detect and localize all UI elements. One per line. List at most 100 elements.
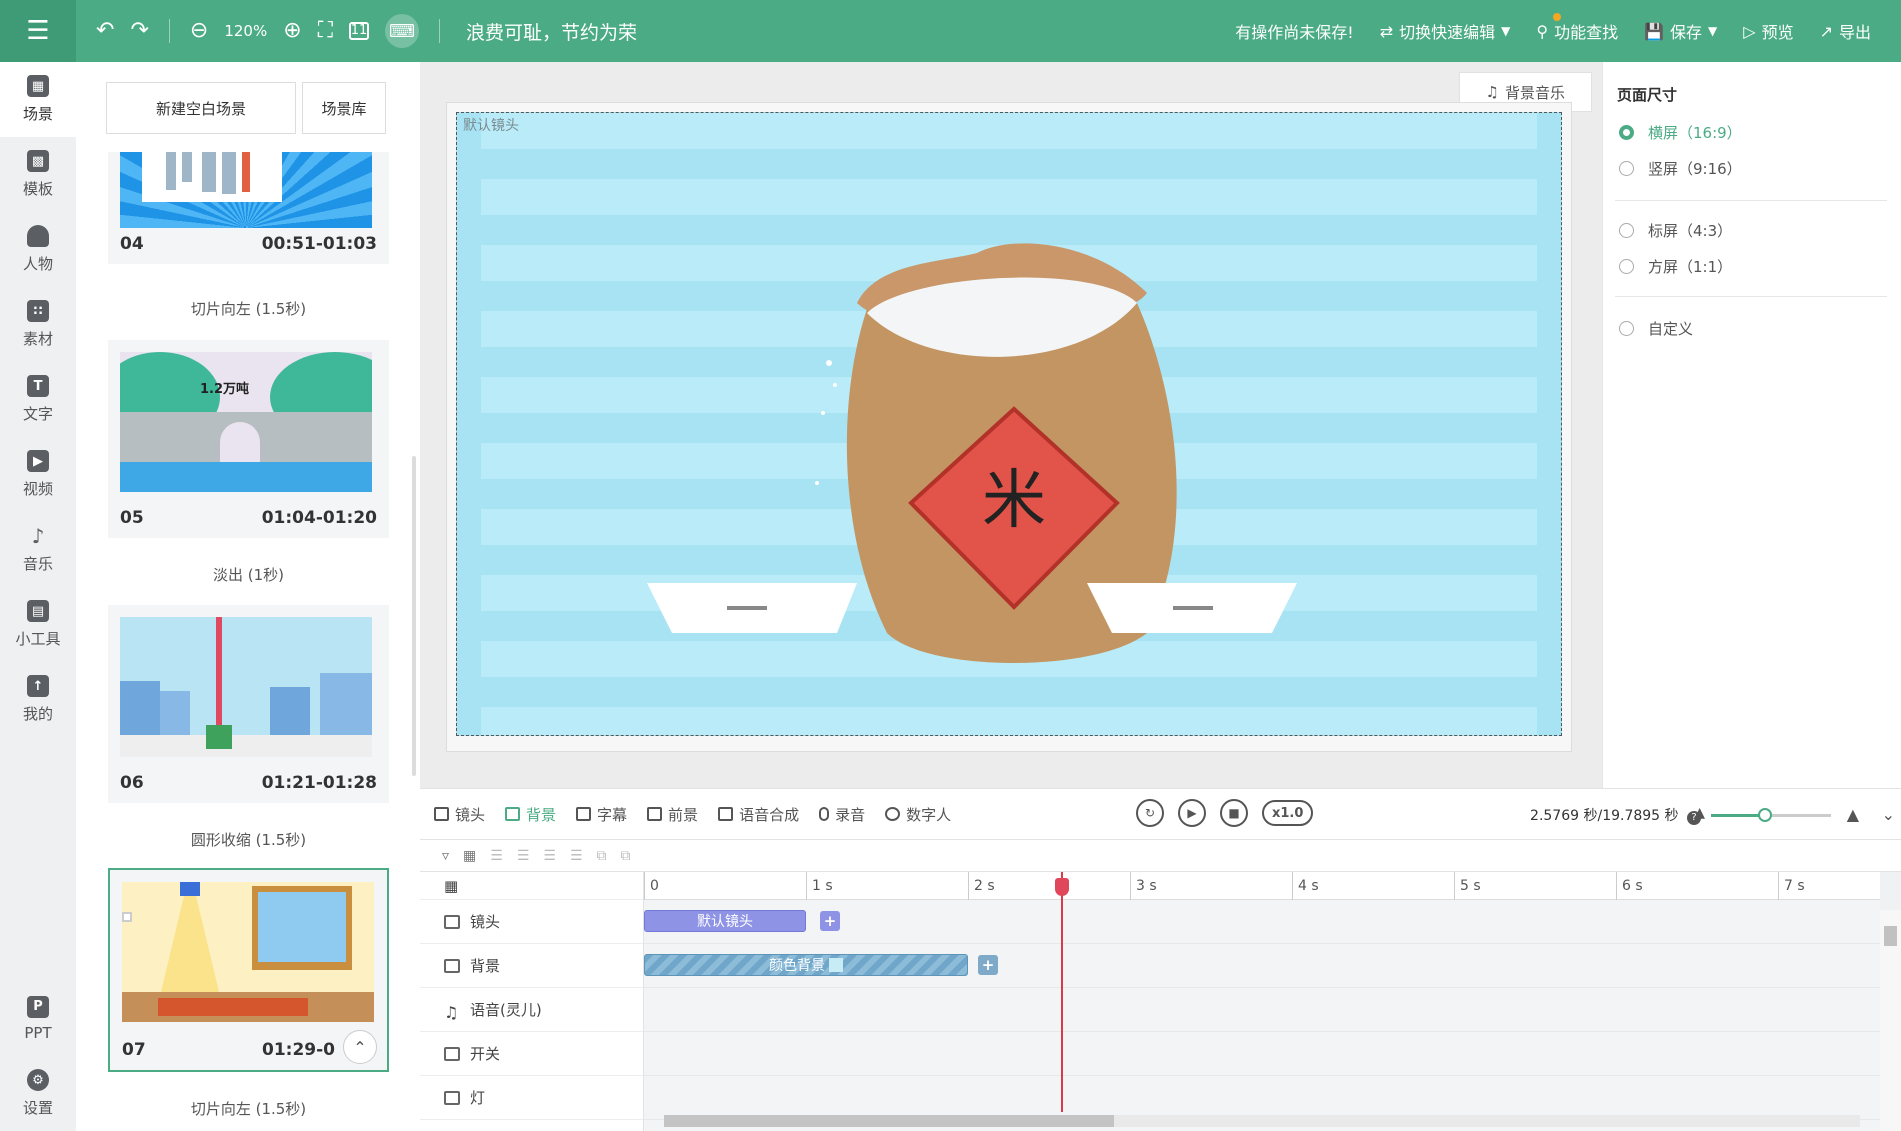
distribute-icon[interactable]: ☰	[570, 848, 583, 864]
tracks-header: ▦	[420, 872, 643, 900]
add-lens-button[interactable]: +	[820, 911, 840, 931]
scroll-to-top-button[interactable]: ⌃	[343, 1030, 377, 1064]
nav-item-material[interactable]: ∷ 素材	[0, 287, 76, 362]
nav-item-text[interactable]: T 文字	[0, 362, 76, 437]
chevron-down-icon[interactable]: ▼	[1501, 24, 1510, 38]
feature-search-button[interactable]: ⚲ 功能查找	[1536, 13, 1619, 43]
tab-record[interactable]: 录音	[819, 804, 865, 825]
zoom-in-timeline-icon[interactable]: ▲	[1847, 805, 1859, 824]
timeline-horizontal-scrollbar[interactable]	[664, 1115, 1860, 1127]
redo-icon[interactable]: ↷	[130, 20, 148, 42]
new-blank-scene-button[interactable]: 新建空白场景	[106, 82, 296, 134]
ruler-tick	[1454, 872, 1455, 900]
scene-card-05[interactable]: 1.2万吨 05 01:04-01:20	[108, 340, 389, 538]
replay-icon[interactable]: ↻	[1136, 799, 1164, 827]
nav-item-toolbox[interactable]: ▤ 小工具	[0, 587, 76, 662]
keyboard-icon[interactable]: ⌨	[385, 14, 420, 48]
page-size-1-1[interactable]: 方屏（1:1）	[1619, 256, 1732, 277]
nav-item-video[interactable]: ▶ 视频	[0, 437, 76, 512]
align-center-icon[interactable]: ☰	[517, 848, 530, 864]
page-badge-icon[interactable]: 11	[349, 22, 370, 40]
zoom-out-timeline-icon[interactable]: ▲	[1694, 805, 1705, 821]
nav-item-mine[interactable]: ↑ 我的	[0, 662, 76, 737]
stop-icon[interactable]: ■	[1220, 799, 1248, 827]
save-button[interactable]: 💾 保存 ▼	[1644, 19, 1717, 43]
undo-icon[interactable]: ↶	[96, 20, 114, 42]
tab-subtitle[interactable]: 字幕	[576, 804, 627, 825]
page-size-4-3[interactable]: 标屏（4:3）	[1619, 220, 1732, 241]
switch-edit-button[interactable]: ⇄ 切换快速编辑 ▼	[1380, 19, 1511, 43]
nav-item-ppt[interactable]: P PPT	[0, 981, 76, 1056]
option-label: 竖屏（9:16）	[1648, 160, 1742, 178]
play-icon[interactable]: ▶	[1178, 799, 1206, 827]
page-size-9-16[interactable]: 竖屏（9:16）	[1619, 158, 1742, 179]
nav-item-person[interactable]: 人物	[0, 212, 76, 287]
scene-thumbnail	[120, 152, 372, 228]
time-ruler[interactable]: 0 1 s 2 s 3 s 4 s 5 s 6 s 7 s	[644, 872, 1880, 900]
scene-card-04[interactable]: 04 00:51-01:03	[108, 152, 389, 264]
tab-lens[interactable]: 镜头	[434, 804, 485, 825]
nav-item-scene[interactable]: ▦ 场景	[0, 62, 76, 137]
playback-speed-button[interactable]: x1.0	[1262, 800, 1314, 826]
track-label-switch[interactable]: 开关	[420, 1032, 643, 1076]
align-left-icon[interactable]: ☰	[490, 848, 503, 864]
track-grid-icon[interactable]: ▦	[444, 877, 458, 895]
divider	[1615, 296, 1887, 297]
nav-item-music[interactable]: ♪ 音乐	[0, 512, 76, 587]
fullscreen-icon[interactable]: ⛶	[318, 20, 333, 42]
tab-tts[interactable]: 语音合成	[718, 804, 799, 825]
page-size-16-9[interactable]: 横屏（16:9）	[1619, 122, 1742, 143]
project-title[interactable]: 浪费可耻，节约为荣	[466, 18, 637, 45]
scene-library-button[interactable]: 场景库	[302, 82, 386, 134]
scene-transition[interactable]: 切片向左 (1.5秒)	[108, 298, 389, 319]
track-label-lens[interactable]: 镜头	[420, 900, 643, 944]
collapse-timeline-icon[interactable]: ⌄	[1882, 805, 1895, 824]
tab-foreground[interactable]: 前景	[647, 804, 698, 825]
timeline-vertical-scrollbar[interactable]	[1880, 910, 1901, 1131]
template-icon: ▩	[27, 150, 49, 172]
chevron-down-icon[interactable]: ▼	[1708, 24, 1717, 38]
track-label-voice[interactable]: ♫ 语音(灵儿)	[420, 988, 643, 1032]
scene-transition[interactable]: 淡出 (1秒)	[108, 564, 389, 585]
feature-search-label: 功能查找	[1554, 23, 1619, 42]
timeline-tools: ▿ ▦ ☰ ☰ ☰ ☰ ⧉ ⧉	[420, 840, 1901, 872]
scene-transition[interactable]: 切片向左 (1.5秒)	[108, 1098, 389, 1119]
camera-icon	[434, 807, 449, 821]
tab-label: 前景	[668, 805, 699, 824]
track-label-light[interactable]: 灯	[420, 1076, 643, 1120]
playhead-handle[interactable]	[1055, 878, 1070, 896]
group-icon[interactable]: ▦	[463, 848, 476, 864]
playhead[interactable]	[1061, 872, 1064, 1112]
nav-item-settings[interactable]: ⚙ 设置	[0, 1056, 76, 1131]
scene-card-07[interactable]: 07 01:29-0 ⌃	[108, 868, 389, 1072]
align-right-icon[interactable]: ☰	[543, 848, 556, 864]
preview-button[interactable]: ▷ 预览	[1743, 19, 1793, 43]
hamburger-menu-icon[interactable]: ☰	[0, 0, 76, 62]
zoom-slider-knob[interactable]	[1758, 808, 1772, 822]
scrollbar-thumb[interactable]	[1884, 926, 1897, 946]
export-button[interactable]: ↗ 导出	[1820, 19, 1871, 43]
scene-list-scrollbar[interactable]	[412, 456, 416, 776]
filter-icon[interactable]: ▿	[442, 848, 449, 864]
lens-clip[interactable]: 默认镜头	[644, 910, 806, 932]
zoom-out-icon[interactable]: ⊖	[190, 20, 208, 42]
scrollbar-thumb[interactable]	[664, 1115, 1114, 1127]
tab-digital-human[interactable]: 数字人	[885, 804, 951, 825]
background-clip[interactable]: 颜色背景	[644, 954, 968, 976]
timeline-zoom-slider[interactable]	[1711, 808, 1831, 822]
nav-item-template[interactable]: ▩ 模板	[0, 137, 76, 212]
zoom-in-icon[interactable]: ⊕	[283, 20, 301, 42]
scene-transition[interactable]: 圆形收缩 (1.5秒)	[108, 829, 389, 850]
scene-card-06[interactable]: 06 01:21-01:28	[108, 605, 389, 803]
track-row-voice	[644, 988, 1880, 1032]
track-name: 背景	[470, 957, 501, 975]
add-background-button[interactable]: +	[978, 955, 998, 975]
copy-layer-icon[interactable]: ⧉	[597, 848, 607, 864]
page-size-custom[interactable]: 自定义	[1619, 318, 1693, 339]
paste-layer-icon[interactable]: ⧉	[621, 848, 631, 864]
tab-background[interactable]: 背景	[505, 804, 556, 825]
stage[interactable]: 米 默认镜头	[456, 112, 1562, 736]
ruler-tick-label: 4 s	[1298, 878, 1319, 894]
music-icon: ♪	[31, 524, 45, 548]
track-label-background[interactable]: 背景	[420, 944, 643, 988]
